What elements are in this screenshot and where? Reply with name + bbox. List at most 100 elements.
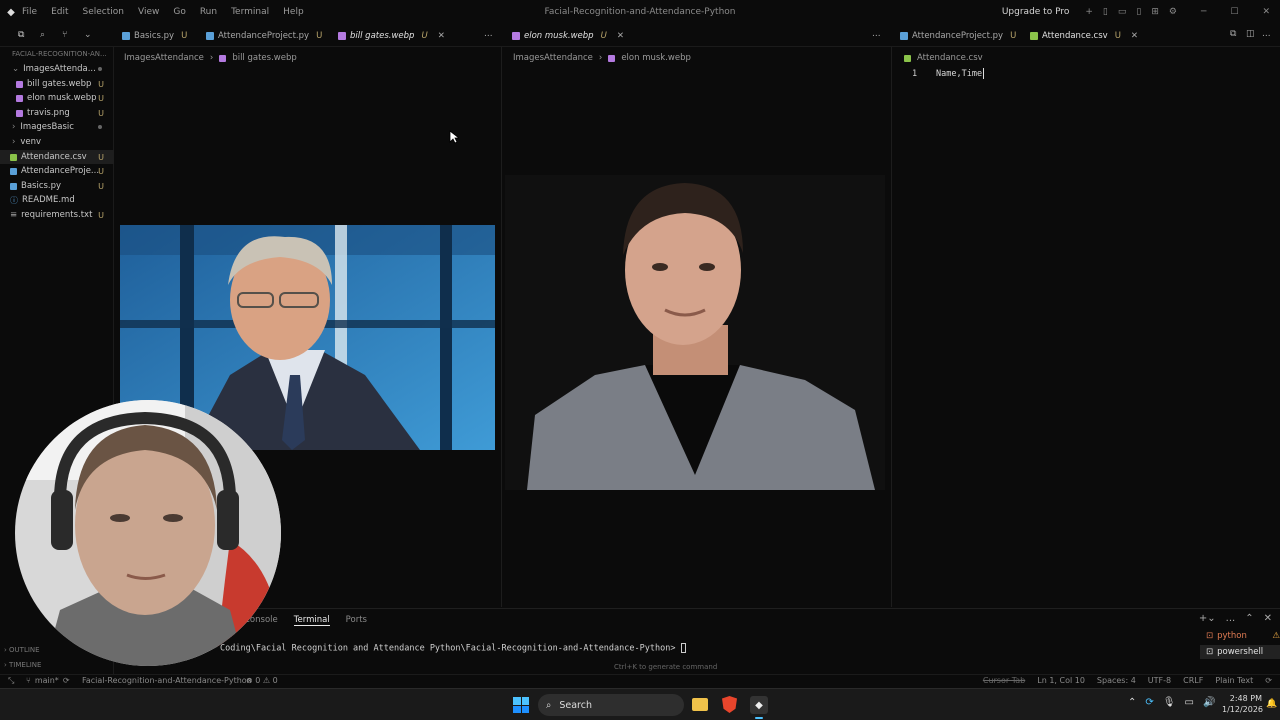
mouse-pointer-icon <box>449 130 459 144</box>
menu-terminal[interactable]: Terminal <box>231 7 269 17</box>
cursor-app-icon[interactable]: ◆ <box>750 696 768 714</box>
maximize-icon[interactable]: ☐ <box>1230 7 1238 17</box>
modified-dot <box>98 67 102 71</box>
terminal-powershell[interactable]: ⊡ powershell <box>1200 645 1280 659</box>
chevron-up-icon[interactable]: ⌃ <box>1128 697 1136 708</box>
tree-file-elon-musk[interactable]: elon musk.webp U <box>0 91 114 105</box>
close-tab-icon[interactable]: ✕ <box>438 31 445 41</box>
menu-edit[interactable]: Edit <box>51 7 68 17</box>
tree-file-basics[interactable]: Basics.py U <box>0 179 114 193</box>
menu-view[interactable]: View <box>138 7 159 17</box>
encoding[interactable]: UTF-8 <box>1148 676 1171 685</box>
close-panel-icon[interactable]: ✕ <box>1264 613 1272 624</box>
upgrade-button[interactable]: Upgrade to Pro <box>1002 7 1070 17</box>
cursor-position[interactable]: Ln 1, Col 10 <box>1037 676 1085 685</box>
editor-divider[interactable] <box>891 47 892 607</box>
source-control-icon[interactable]: ⑂ <box>62 30 67 40</box>
more-actions-icon[interactable]: ... <box>872 29 881 39</box>
split-editor-icon[interactable]: ◫ <box>1246 29 1255 39</box>
open-changes-icon[interactable]: ⧉ <box>1230 29 1236 39</box>
menu-go[interactable]: Go <box>173 7 185 17</box>
close-tab-icon[interactable]: ✕ <box>1131 31 1138 41</box>
volume-icon[interactable]: 🔊 <box>1203 697 1215 708</box>
tree-file-attendanceproject[interactable]: AttendanceProje... U <box>0 164 114 178</box>
brave-browser-icon[interactable] <box>722 696 737 713</box>
add-icon[interactable]: + <box>1085 7 1093 17</box>
tab-attendance-csv[interactable]: Attendance.csv U ✕ <box>1030 24 1138 47</box>
remote-icon[interactable]: ⤡ <box>8 676 14 686</box>
cursor-tab-status[interactable]: Cursor Tab <box>983 676 1025 685</box>
toggle-sidebar-icon[interactable]: ▯ <box>1103 7 1108 17</box>
tab-status: U <box>1010 30 1017 41</box>
notifications-icon[interactable]: ⟳ <box>1265 676 1272 685</box>
tree-file-attendance-csv[interactable]: Attendance.csv U <box>0 150 114 164</box>
tree-folder-imagesbasic[interactable]: › ImagesBasic <box>0 120 114 134</box>
microphone-icon[interactable]: 🎙 <box>1163 697 1176 708</box>
chevron-right-icon: › <box>12 122 16 132</box>
menu-selection[interactable]: Selection <box>83 7 124 17</box>
menu-help[interactable]: Help <box>283 7 304 17</box>
settings-gear-icon[interactable]: ⚙ <box>1169 7 1177 17</box>
tab-elon-musk-webp[interactable]: elon musk.webp U ✕ <box>512 24 624 47</box>
tree-file-requirements[interactable]: ≡ requirements.txt U <box>0 208 114 222</box>
close-tab-icon[interactable]: ✕ <box>617 31 624 41</box>
breadcrumb-file[interactable]: bill gates.webp <box>232 53 296 63</box>
minimize-icon[interactable]: ─ <box>1201 7 1206 17</box>
problems-indicator[interactable]: ⊗ 0 ⚠ 0 <box>246 676 278 685</box>
terminal-prompt[interactable]: Coding\Facial Recognition and Attendance… <box>220 643 686 654</box>
new-terminal-icon[interactable]: +⌄ <box>1199 613 1216 624</box>
layout-icon[interactable]: ⊞ <box>1151 7 1159 17</box>
terminal-cursor <box>680 643 686 653</box>
chevron-down-icon[interactable]: ⌄ <box>84 30 92 40</box>
toggle-panel-icon[interactable]: ▭ <box>1118 7 1127 17</box>
terminal-python[interactable]: ⊡ python ⚠ <box>1200 629 1280 643</box>
notification-bell-icon[interactable]: 🔔 <box>1266 699 1277 709</box>
tab-status: U <box>316 30 323 41</box>
indentation[interactable]: Spaces: 4 <box>1097 676 1136 685</box>
tab-attendanceproject-py[interactable]: AttendanceProject.py U <box>206 24 322 47</box>
tab-terminal[interactable]: Terminal <box>293 615 330 626</box>
close-window-icon[interactable]: ✕ <box>1262 7 1270 17</box>
tree-file-readme[interactable]: ⓘ README.md <box>0 193 114 207</box>
clock[interactable]: 2:48 PM 1/12/2026 <box>1222 693 1263 715</box>
tree-folder-venv[interactable]: › venv <box>0 135 114 149</box>
webcam-overlay <box>15 400 281 666</box>
network-icon[interactable]: ▭ <box>1184 697 1193 708</box>
project-name[interactable]: Facial-Recognition-and-Attendance-Python <box>82 676 252 685</box>
tab-ports[interactable]: Ports <box>346 615 367 626</box>
tab-bill-gates-webp[interactable]: bill gates.webp U ✕ <box>338 24 445 47</box>
search-icon[interactable]: ⌕ <box>40 30 45 40</box>
tab-basics-py[interactable]: Basics.py U <box>122 24 187 47</box>
breadcrumb-folder[interactable]: ImagesAttendance <box>513 53 593 63</box>
line-ending[interactable]: CRLF <box>1183 676 1203 685</box>
tree-file-bill-gates[interactable]: bill gates.webp U <box>0 77 114 91</box>
menu-run[interactable]: Run <box>200 7 217 17</box>
tree-folder-imagesattendance[interactable]: ⌄ ImagesAttenda... <box>0 62 114 76</box>
breadcrumb-folder[interactable]: ImagesAttendance <box>124 53 204 63</box>
tab-attendanceproject-py-2[interactable]: AttendanceProject.py U <box>900 24 1016 47</box>
explorer-icon[interactable]: ⧉ <box>18 30 24 40</box>
language-mode[interactable]: Plain Text <box>1215 676 1253 685</box>
tree-file-travis[interactable]: travis.png U <box>0 106 114 120</box>
breadcrumb: ImagesAttendance › elon musk.webp <box>513 52 691 64</box>
branch-indicator[interactable]: ⑂ main* ⟳ <box>26 676 70 685</box>
breadcrumb-file[interactable]: Attendance.csv <box>917 53 983 63</box>
breadcrumb-file[interactable]: elon musk.webp <box>621 53 691 63</box>
csv-file-icon <box>10 153 17 161</box>
file-explorer-icon[interactable] <box>692 698 708 711</box>
explorer-root[interactable]: FACIAL-RECOGNITION-AN... <box>12 50 107 58</box>
more-actions-icon[interactable]: ... <box>484 29 493 39</box>
sync-tray-icon[interactable]: ⟳ <box>1145 697 1153 708</box>
csv-content[interactable]: Name,Time <box>936 69 982 79</box>
more-actions-icon[interactable]: ... <box>1262 29 1271 39</box>
windows-start-icon[interactable] <box>513 697 529 713</box>
menu-file[interactable]: File <box>22 7 37 17</box>
timeline-section[interactable]: › TIMELINE <box>4 661 41 669</box>
chevron-down-icon: ⌄ <box>12 64 20 74</box>
outline-section[interactable]: › OUTLINE <box>4 646 40 654</box>
toggle-secondary-sidebar-icon[interactable]: ▯ <box>1136 7 1141 17</box>
more-actions-icon[interactable]: ... <box>1226 613 1236 624</box>
maximize-panel-icon[interactable]: ⌃ <box>1245 613 1253 624</box>
editor-divider[interactable] <box>501 47 502 607</box>
taskbar-search[interactable]: ⌕ Search <box>538 694 684 716</box>
